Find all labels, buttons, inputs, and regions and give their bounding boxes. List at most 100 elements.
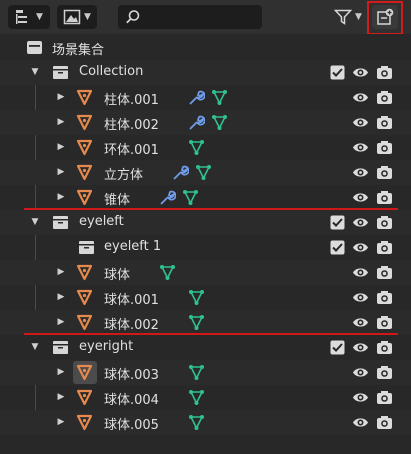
- funnel-icon: [334, 9, 353, 25]
- object-row[interactable]: ▶ 球体.003: [0, 360, 411, 385]
- object-row[interactable]: ▶ 球体.004: [0, 385, 411, 410]
- camera-icon[interactable]: [376, 389, 393, 406]
- camera-icon[interactable]: [376, 264, 393, 281]
- chevron-right-icon[interactable]: ▶: [56, 416, 66, 428]
- chevron-down-icon: ▼: [355, 12, 362, 22]
- object-icon: [76, 189, 93, 206]
- camera-icon[interactable]: [376, 314, 393, 331]
- mesh-data-icon[interactable]: [195, 164, 212, 181]
- eye-icon[interactable]: [352, 414, 369, 431]
- search-input[interactable]: [144, 8, 258, 26]
- display-mode-dropdown[interactable]: ▼: [8, 5, 50, 29]
- view-layer-dropdown[interactable]: ▼: [57, 5, 97, 29]
- mesh-data-icon[interactable]: [188, 389, 205, 406]
- eye-icon[interactable]: [352, 389, 369, 406]
- camera-icon[interactable]: [376, 289, 393, 306]
- eye-icon[interactable]: [352, 264, 369, 281]
- eye-icon[interactable]: [352, 239, 369, 256]
- chevron-down-icon[interactable]: ▼: [30, 341, 40, 353]
- search-field[interactable]: [118, 5, 262, 29]
- camera-icon[interactable]: [376, 339, 393, 356]
- wrench-icon[interactable]: [159, 189, 176, 206]
- collection-icon: [53, 66, 68, 79]
- object-label: 立方体: [104, 168, 144, 183]
- mesh-data-icon[interactable]: [188, 364, 205, 381]
- chevron-right-icon[interactable]: ▶: [56, 391, 66, 403]
- chevron-right-icon[interactable]: ▶: [56, 191, 66, 203]
- camera-icon[interactable]: [376, 64, 393, 81]
- mesh-data-icon[interactable]: [188, 314, 205, 331]
- checkbox-checked-icon[interactable]: [329, 214, 346, 231]
- eye-icon[interactable]: [352, 164, 369, 181]
- chevron-right-icon[interactable]: ▶: [56, 166, 66, 178]
- camera-icon[interactable]: [376, 139, 393, 156]
- mesh-data-icon[interactable]: [211, 89, 228, 106]
- chevron-right-icon[interactable]: ▶: [56, 91, 66, 103]
- camera-icon[interactable]: [376, 239, 393, 256]
- eye-icon[interactable]: [352, 114, 369, 131]
- mesh-data-icon[interactable]: [159, 264, 176, 281]
- scene-collection-label: 场景集合: [52, 43, 105, 58]
- mesh-data-icon[interactable]: [211, 114, 228, 131]
- eye-icon[interactable]: [352, 289, 369, 306]
- object-row[interactable]: ▶ 球体.005: [0, 410, 411, 435]
- chevron-right-icon[interactable]: ▶: [56, 366, 66, 378]
- object-row[interactable]: ▶ 环体.001: [0, 135, 411, 160]
- camera-icon[interactable]: [376, 414, 393, 431]
- object-label: 球体.002: [104, 318, 159, 333]
- object-row[interactable]: ▶ 球体.002: [0, 310, 411, 335]
- eye-icon[interactable]: [352, 189, 369, 206]
- camera-icon[interactable]: [376, 364, 393, 381]
- mesh-data-icon[interactable]: [182, 189, 199, 206]
- chevron-right-icon[interactable]: ▶: [56, 291, 66, 303]
- collection-label: eyeright: [79, 339, 134, 354]
- wrench-icon[interactable]: [172, 164, 189, 181]
- collection-label: eyeleft: [79, 214, 124, 229]
- object-row[interactable]: ▶ 立方体: [0, 160, 411, 185]
- wrench-icon[interactable]: [188, 89, 205, 106]
- object-label: 环体.001: [104, 143, 159, 158]
- camera-icon[interactable]: [376, 114, 393, 131]
- object-label: 柱体.002: [104, 118, 159, 133]
- chevron-down-icon: ▼: [84, 12, 91, 22]
- mesh-data-icon[interactable]: [188, 139, 205, 156]
- object-icon: [76, 164, 93, 181]
- scene-collection-row[interactable]: 场景集合: [0, 35, 411, 60]
- eye-icon[interactable]: [352, 339, 369, 356]
- eye-icon[interactable]: [352, 314, 369, 331]
- chevron-right-icon[interactable]: ▶: [56, 116, 66, 128]
- camera-icon[interactable]: [376, 89, 393, 106]
- eye-icon[interactable]: [352, 139, 369, 156]
- sub-collection-row[interactable]: eyeleft 1: [0, 235, 411, 260]
- object-row[interactable]: ▶ 柱体.001: [0, 85, 411, 110]
- camera-icon[interactable]: [376, 189, 393, 206]
- object-row[interactable]: ▶ 锥体: [0, 185, 411, 210]
- object-row[interactable]: ▶ 球体: [0, 260, 411, 285]
- eye-icon[interactable]: [352, 214, 369, 231]
- checkbox-checked-icon[interactable]: [329, 64, 346, 81]
- outliner-header: ▼ ▼ ▼: [0, 0, 411, 35]
- wrench-icon[interactable]: [188, 114, 205, 131]
- eye-icon[interactable]: [352, 364, 369, 381]
- object-icon: [76, 264, 93, 281]
- object-row[interactable]: ▶ 球体.001: [0, 285, 411, 310]
- checkbox-checked-icon[interactable]: [329, 239, 346, 256]
- camera-icon[interactable]: [376, 164, 393, 181]
- chevron-down-icon[interactable]: ▼: [30, 66, 40, 78]
- chevron-down-icon[interactable]: ▼: [30, 216, 40, 228]
- checkbox-checked-icon[interactable]: [329, 339, 346, 356]
- mesh-data-icon[interactable]: [188, 289, 205, 306]
- collection-label: Collection: [79, 64, 144, 79]
- chevron-right-icon[interactable]: ▶: [56, 266, 66, 278]
- eye-icon[interactable]: [352, 89, 369, 106]
- chevron-right-icon[interactable]: ▶: [56, 141, 66, 153]
- object-row[interactable]: ▶ 柱体.002: [0, 110, 411, 135]
- collection-row[interactable]: ▼ eyeright: [0, 335, 411, 360]
- mesh-data-icon[interactable]: [188, 414, 205, 431]
- eye-icon[interactable]: [352, 64, 369, 81]
- chevron-right-icon[interactable]: ▶: [56, 316, 66, 328]
- collection-row[interactable]: ▼ eyeleft: [0, 210, 411, 235]
- camera-icon[interactable]: [376, 214, 393, 231]
- collection-row[interactable]: ▼ Collection: [0, 60, 411, 85]
- filter-dropdown[interactable]: ▼: [330, 5, 366, 29]
